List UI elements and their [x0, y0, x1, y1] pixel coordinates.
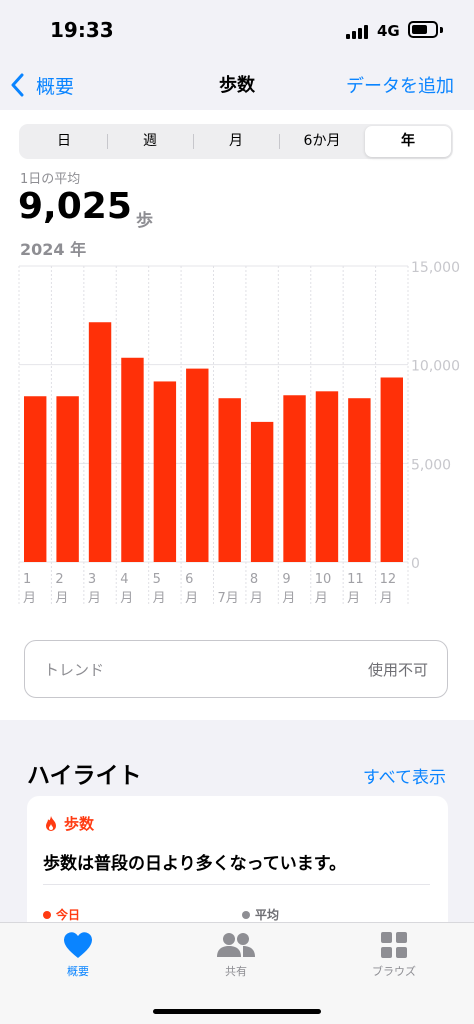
x-tick-label: 5: [153, 572, 161, 587]
x-tick-label: 9: [282, 572, 290, 587]
segment-month[interactable]: 月: [193, 126, 279, 157]
segment-6-months[interactable]: 6か月: [279, 126, 365, 157]
x-tick-label: 月: [55, 591, 68, 606]
trend-label: トレンド: [44, 661, 105, 679]
cellular-signal-icon: [346, 25, 370, 39]
network-type: 4G: [377, 22, 400, 40]
bar[interactable]: [348, 398, 371, 562]
status-time: 19:33: [50, 18, 114, 42]
grid-icon: [381, 932, 407, 958]
y-tick-label: 5,000: [411, 457, 451, 473]
people-icon: [217, 933, 255, 957]
x-tick-label: 月: [23, 591, 36, 606]
legend-today-label: 今日: [56, 908, 81, 922]
x-tick-label: 月: [282, 591, 295, 606]
segment-week[interactable]: 週: [107, 126, 193, 157]
x-tick-label: 8: [250, 572, 258, 587]
bar[interactable]: [380, 377, 403, 562]
bar[interactable]: [186, 368, 209, 562]
x-tick-label: 7月: [218, 591, 239, 606]
home-indicator: [153, 1009, 321, 1014]
x-tick-label: 月: [88, 591, 101, 606]
x-tick-label: 月: [347, 591, 360, 606]
dot-icon: [43, 910, 51, 919]
battery-icon: [408, 21, 443, 38]
tab-summary[interactable]: 概要: [33, 931, 123, 979]
tab-browse-label: ブラウズ: [372, 965, 416, 978]
x-tick-label: 6: [185, 572, 193, 587]
x-tick-label: 4: [120, 572, 128, 587]
x-tick-label: 3: [88, 572, 96, 587]
y-tick-label: 15,000: [411, 260, 460, 276]
bar[interactable]: [283, 395, 306, 562]
y-tick-label: 10,000: [411, 359, 460, 375]
x-tick-label: 月: [250, 591, 263, 606]
tab-sharing[interactable]: 共有: [191, 931, 281, 979]
x-tick-label: 月: [380, 591, 393, 606]
x-tick-label: 10: [315, 572, 332, 587]
highlight-category-label: 歩数: [64, 815, 95, 833]
add-data-button[interactable]: データを追加: [346, 72, 454, 98]
average-unit: 歩: [136, 211, 153, 231]
legend-average-label: 平均: [255, 908, 280, 922]
highlight-text: 歩数は普段の日より多くなっています。: [43, 854, 347, 874]
navigation-bar: 概要 歩数 データを追加: [0, 62, 474, 110]
bar[interactable]: [153, 381, 177, 562]
steps-bar-chart[interactable]: 15,000 10,000 5,000 0 1 月 2 月 3 月 4 月 5 月 6 月 7月 8 月 9 月 10 月 1…: [0, 255, 474, 610]
bar[interactable]: [56, 396, 79, 562]
segment-year[interactable]: 年: [365, 126, 451, 157]
x-tick-label: 2: [55, 572, 63, 587]
legend-average: 平均: [242, 906, 279, 923]
x-tick-label: 月: [120, 591, 133, 606]
x-tick-label: 月: [185, 591, 198, 606]
time-range-segmented-control: 日 週 月 6か月 年: [19, 124, 453, 159]
tab-summary-label: 概要: [67, 965, 89, 978]
x-tick-label: 11: [347, 572, 364, 587]
segment-day[interactable]: 日: [21, 126, 107, 157]
legend-today: 今日: [43, 906, 80, 923]
y-tick-label: 0: [411, 556, 420, 572]
bar[interactable]: [250, 421, 274, 562]
heart-icon: [64, 932, 92, 958]
tab-sharing-label: 共有: [225, 965, 247, 978]
tab-browse[interactable]: ブラウズ: [349, 931, 439, 979]
bar[interactable]: [24, 396, 47, 562]
x-tick-label: 1: [23, 572, 31, 587]
trend-row[interactable]: トレンド 使用不可: [24, 640, 448, 698]
bar[interactable]: [315, 391, 339, 562]
bar[interactable]: [121, 357, 144, 562]
trend-value: 使用不可: [367, 661, 428, 679]
status-bar: 19:33 4G: [0, 0, 474, 62]
divider: [43, 884, 430, 885]
average-label: 1日の平均: [20, 172, 81, 187]
highlight-category: 歩数: [43, 813, 94, 834]
average-value: 9,025: [18, 186, 132, 227]
dot-icon: [242, 910, 250, 919]
x-tick-label: 月: [315, 591, 328, 606]
bar[interactable]: [218, 398, 241, 562]
x-tick-label: 月: [153, 591, 166, 606]
bar[interactable]: [88, 322, 112, 562]
highlights-heading: ハイライト: [27, 763, 142, 789]
flame-icon: [46, 815, 56, 831]
x-tick-label: 12: [380, 572, 397, 587]
show-all-button[interactable]: すべて表示: [363, 763, 446, 788]
